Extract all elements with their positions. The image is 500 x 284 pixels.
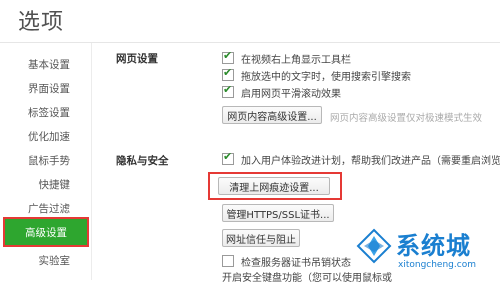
checkbox-icon[interactable]: ✔ <box>222 150 234 165</box>
checkmark-icon: ✔ <box>223 66 233 79</box>
option-label: 检查服务器证书吊销状态 <box>241 257 351 269</box>
page-title: 选项 <box>18 10 65 35</box>
url-trust-block-button[interactable]: 网址信任与阻止 <box>222 229 300 247</box>
section-title-privacy: 隐私与安全 <box>116 155 169 167</box>
sidebar-item-mouse-gesture[interactable]: 鼠标手势 <box>4 149 80 171</box>
option-label: 在视频右上角显示工具栏 <box>241 54 351 66</box>
sidebar-item-tabs[interactable]: 标签设置 <box>4 101 80 123</box>
watermark-url: xitongcheng.com <box>398 260 476 270</box>
sidebar-item-interface[interactable]: 界面设置 <box>4 77 80 99</box>
options-page: 选项 基本设置 界面设置 标签设置 优化加速 鼠标手势 快捷键 广告过滤 高级设… <box>0 0 500 284</box>
sidebar: 基本设置 界面设置 标签设置 优化加速 鼠标手势 快捷键 广告过滤 高级设置 实… <box>0 43 89 280</box>
web-content-advanced-button[interactable]: 网页内容高级设置... <box>222 106 322 124</box>
sidebar-divider <box>91 43 92 280</box>
checkbox-icon[interactable]: ✔ <box>222 83 234 98</box>
sidebar-item-shortcuts[interactable]: 快捷键 <box>4 173 80 195</box>
checkbox-icon[interactable]: ✔ <box>222 49 234 64</box>
watermark-logo-icon <box>356 228 392 264</box>
sidebar-item-basic[interactable]: 基本设置 <box>4 53 80 75</box>
highlight-box <box>208 172 342 200</box>
checkmark-icon: ✔ <box>223 83 233 96</box>
advanced-hint: 网页内容高级设置仅对极速模式生效 <box>330 113 483 124</box>
option-label: 启用网页平滑滚动效果 <box>241 88 341 100</box>
section-title-web: 网页设置 <box>116 53 158 65</box>
option-drag-search[interactable]: ✔ 拖放选中的文字时，使用搜索引擎搜索 <box>222 66 411 83</box>
sidebar-item-adblock[interactable]: 广告过滤 <box>4 197 80 219</box>
option-ux-program[interactable]: ✔ 加入用户体验改进计划，帮助我们改进产品（需要重启浏览器） <box>222 150 500 167</box>
sidebar-item-optimize[interactable]: 优化加速 <box>4 125 80 147</box>
sidebar-item-advanced[interactable]: 高级设置 <box>3 217 89 247</box>
watermark: 系统城 xitongcheng.com <box>352 224 500 280</box>
checkmark-icon: ✔ <box>223 150 233 163</box>
option-label: 加入用户体验改进计划，帮助我们改进产品（需要重启浏览器） <box>241 155 500 167</box>
checkbox-icon[interactable] <box>222 255 234 267</box>
manage-certificates-button[interactable]: 管理HTTPS/SSL证书... <box>222 204 334 222</box>
option-video-toolbar[interactable]: ✔ 在视频右上角显示工具栏 <box>222 49 351 66</box>
option-cert-revocation[interactable]: 检查服务器证书吊销状态 <box>222 254 351 269</box>
checkbox-icon[interactable]: ✔ <box>222 66 234 81</box>
sidebar-item-lab[interactable]: 实验室 <box>4 249 80 271</box>
option-smooth-scroll[interactable]: ✔ 启用网页平滑滚动效果 <box>222 83 341 100</box>
option-label: 拖放选中的文字时，使用搜索引擎搜索 <box>241 71 411 83</box>
checkmark-icon: ✔ <box>223 49 233 62</box>
watermark-brand: 系统城 <box>396 232 471 260</box>
